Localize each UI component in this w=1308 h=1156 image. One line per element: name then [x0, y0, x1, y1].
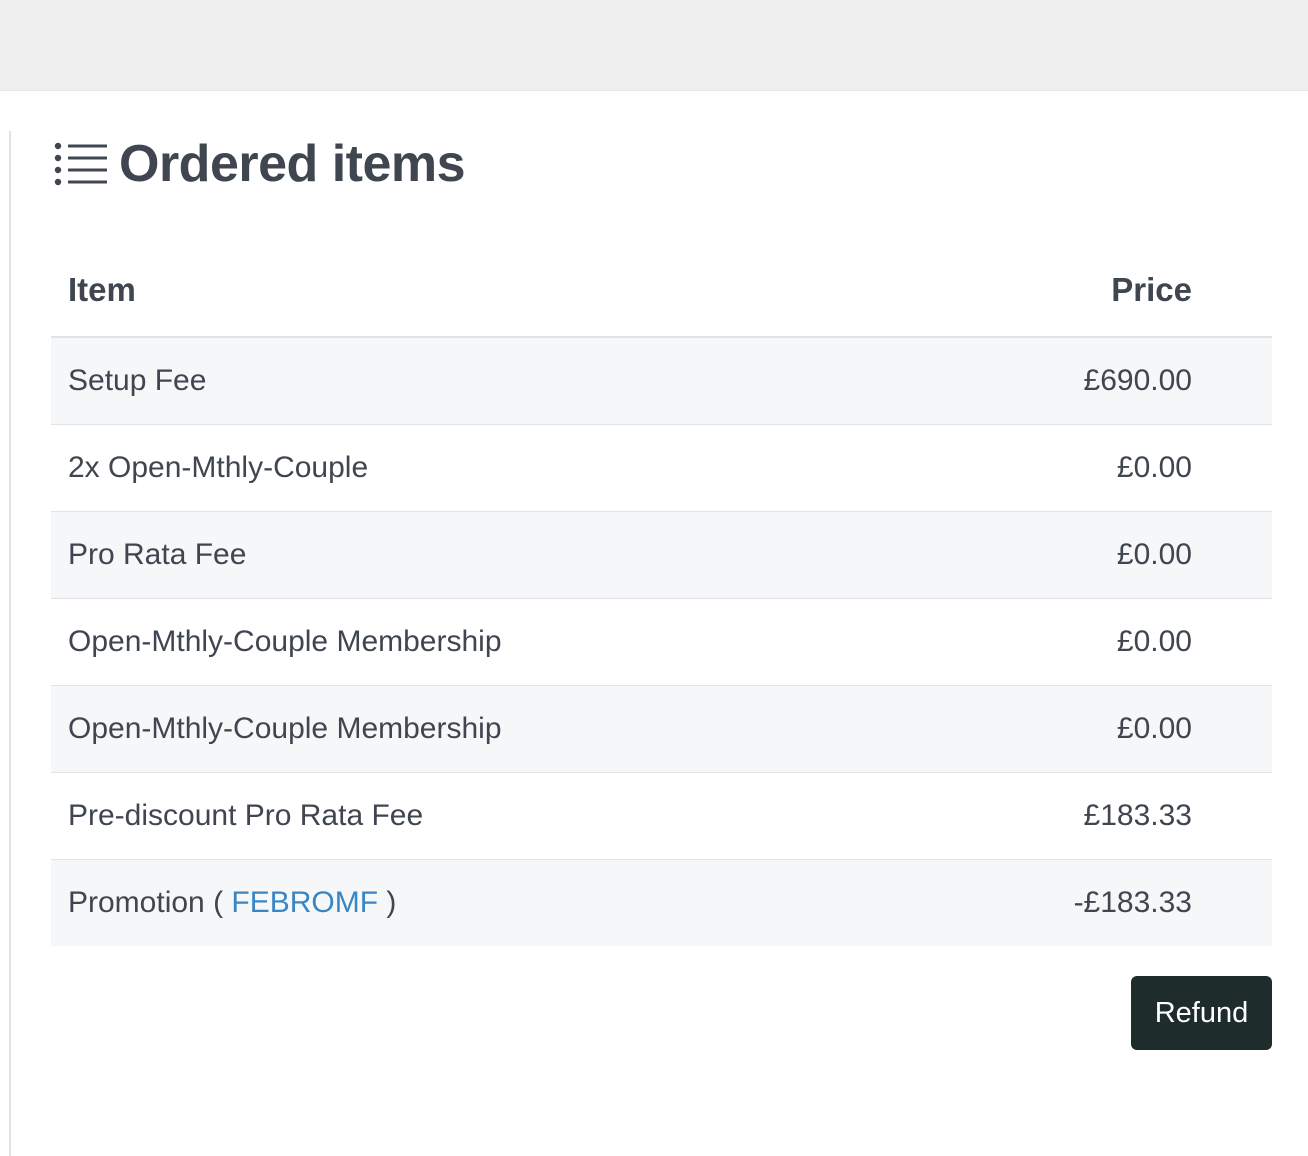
item-name: 2x Open-Mthly-Couple [51, 424, 898, 512]
item-name: Setup Fee [51, 337, 898, 425]
promotion-label: Promotion ( FEBROMF ) [51, 859, 898, 946]
table-row: Pre-discount Pro Rata Fee £183.33 [51, 772, 1272, 860]
column-header-price: Price [897, 244, 1272, 338]
table-row: 2x Open-Mthly-Couple £0.00 [51, 424, 1272, 512]
table-row: Open-Mthly-Couple Membership £0.00 [51, 598, 1272, 686]
table-header-row: Item Price [51, 244, 1272, 338]
promotion-code-link[interactable]: FEBROMF [231, 886, 378, 919]
table-row: Open-Mthly-Couple Membership £0.00 [51, 685, 1272, 773]
item-name: Open-Mthly-Couple Membership [51, 598, 898, 686]
item-price: £0.00 [897, 511, 1272, 599]
table-row: Setup Fee £690.00 [51, 337, 1272, 425]
promotion-suffix: ) [386, 886, 397, 919]
item-price: £0.00 [897, 685, 1272, 773]
item-price: £183.33 [897, 772, 1272, 860]
section-title: Ordered items [119, 135, 466, 193]
list-icon [54, 142, 107, 186]
item-name: Pre-discount Pro Rata Fee [51, 772, 898, 860]
promotion-row: Promotion ( FEBROMF ) -£183.33 [51, 859, 1272, 946]
column-header-item: Item [51, 244, 898, 338]
ordered-items-table: Item Price Setup Fee £690.00 2x Open-Mth… [51, 244, 1272, 946]
refund-button[interactable]: Refund [1131, 976, 1272, 1050]
item-price: £0.00 [897, 598, 1272, 686]
item-name: Open-Mthly-Couple Membership [51, 685, 898, 773]
top-bar [0, 0, 1308, 91]
section-heading: Ordered items [51, 131, 1272, 197]
item-price: £690.00 [897, 337, 1272, 425]
ordered-items-panel: Ordered items Item Price Setup Fee £690.… [51, 131, 1272, 946]
table-row: Pro Rata Fee £0.00 [51, 511, 1272, 599]
left-divider [9, 131, 11, 1156]
promotion-prefix: Promotion ( [68, 886, 224, 919]
item-price: £0.00 [897, 424, 1272, 512]
promotion-price: -£183.33 [897, 859, 1272, 946]
item-name: Pro Rata Fee [51, 511, 898, 599]
